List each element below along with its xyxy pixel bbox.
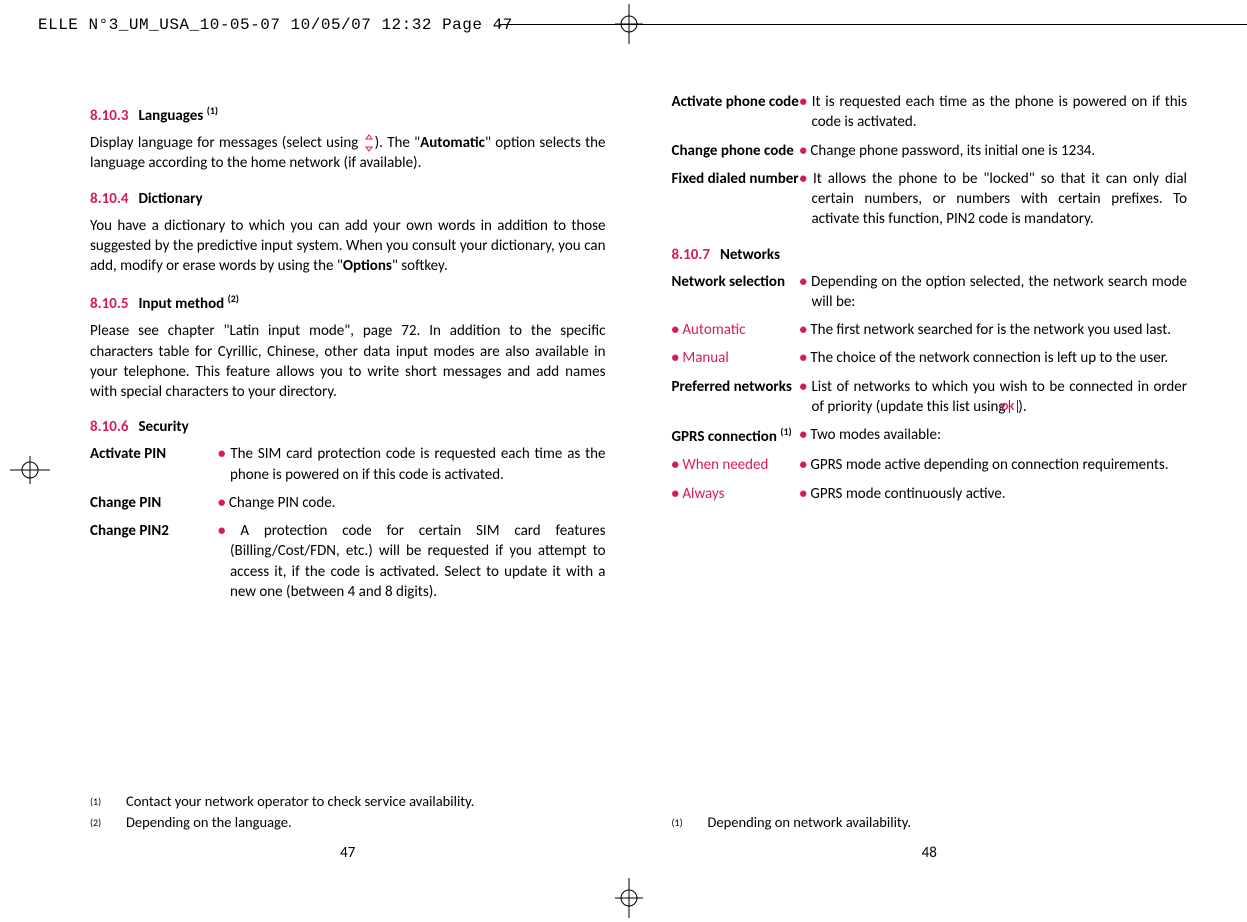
row-automatic: • Automatic • The first network searched… — [672, 320, 1188, 340]
desc-manual: • The choice of the network connection i… — [800, 348, 1188, 368]
desc-always: • GPRS mode continuously active. — [800, 484, 1188, 504]
registration-mark-top — [615, 4, 643, 44]
desc-change-pin2: • A protection code for certain SIM card… — [218, 521, 606, 602]
label-change-pin2: Change PIN2 — [90, 521, 218, 602]
row-always: • Always • GPRS mode continuously active… — [672, 484, 1188, 504]
para-dictionary: You have a dictionary to which you can a… — [90, 216, 606, 277]
row-network-selection: Network selection • Depending on the opt… — [672, 272, 1188, 313]
row-fixed-dialed: Fixed dialed number • It allows the phon… — [672, 169, 1188, 230]
row-manual: • Manual • The choice of the network con… — [672, 348, 1188, 368]
page-number-right: 48 — [672, 844, 1188, 862]
heading-input-method: 8.10.5Input method (2) — [90, 292, 606, 313]
heading-security: 8.10.6Security — [90, 418, 606, 436]
label-preferred-networks: Preferred networks — [672, 377, 800, 418]
footnotes-left: (1)Contact your network operator to chec… — [90, 791, 606, 835]
row-activate-phone-code: Activate phone code • It is requested ea… — [672, 92, 1188, 133]
heading-languages: 8.10.3Languages (1) — [90, 104, 606, 125]
desc-change-phone-code: • Change phone password, its initial one… — [800, 141, 1188, 161]
left-page: 8.10.3Languages (1) Display language for… — [90, 88, 606, 862]
label-change-phone-code: Change phone code — [672, 141, 800, 161]
desc-change-pin: • Change PIN code. — [218, 493, 606, 513]
row-change-pin: Change PIN • Change PIN code. — [90, 493, 606, 513]
desc-when-needed: • GPRS mode active depending on connecti… — [800, 455, 1188, 475]
para-input-method: Please see chapter "Latin input mode", p… — [90, 321, 606, 402]
desc-automatic: • The first network searched for is the … — [800, 320, 1188, 340]
label-manual: • Manual — [672, 348, 800, 368]
row-change-phone-code: Change phone code • Change phone passwor… — [672, 141, 1188, 161]
print-header: ELLE N°3_UM_USA_10-05-07 10/05/07 12:32 … — [38, 16, 513, 34]
row-activate-pin: Activate PIN • The SIM card protection c… — [90, 444, 606, 485]
label-fixed-dialed: Fixed dialed number — [672, 169, 800, 230]
page-number-left: 47 — [90, 844, 606, 862]
right-page: Activate phone code • It is requested ea… — [672, 88, 1188, 862]
row-preferred-networks: Preferred networks • List of networks to… — [672, 377, 1188, 418]
heading-networks: 8.10.7Networks — [672, 246, 1188, 264]
registration-mark-left — [10, 456, 50, 484]
label-change-pin: Change PIN — [90, 493, 218, 513]
desc-activate-pin: • The SIM card protection code is reques… — [218, 444, 606, 485]
label-automatic: • Automatic — [672, 320, 800, 340]
row-when-needed: • When needed • GPRS mode active dependi… — [672, 455, 1188, 475]
label-when-needed: • When needed — [672, 455, 800, 475]
label-network-selection: Network selection — [672, 272, 800, 313]
row-change-pin2: Change PIN2 • A protection code for cert… — [90, 521, 606, 602]
nav-icon — [363, 134, 375, 152]
desc-fixed-dialed: • It allows the phone to be "locked" so … — [800, 169, 1188, 230]
label-activate-phone-code: Activate phone code — [672, 92, 800, 133]
heading-dictionary: 8.10.4Dictionary — [90, 190, 606, 208]
desc-network-selection: • Depending on the option selected, the … — [800, 272, 1188, 313]
label-gprs-connection: GPRS connection (1) — [672, 425, 800, 447]
ok-key-icon: OK — [1009, 400, 1018, 413]
desc-preferred-networks: • List of networks to which you wish to … — [800, 377, 1188, 418]
para-languages: Display language for messages (select us… — [90, 133, 606, 174]
label-activate-pin: Activate PIN — [90, 444, 218, 485]
desc-gprs-connection: • Two modes available: — [800, 425, 1188, 447]
row-gprs-connection: GPRS connection (1) • Two modes availabl… — [672, 425, 1188, 447]
desc-activate-phone-code: • It is requested each time as the phone… — [800, 92, 1188, 133]
registration-mark-bottom — [615, 878, 643, 918]
footnotes-right: (1)Depending on network availability. — [672, 812, 1188, 834]
label-always: • Always — [672, 484, 800, 504]
header-rule — [500, 24, 1247, 25]
